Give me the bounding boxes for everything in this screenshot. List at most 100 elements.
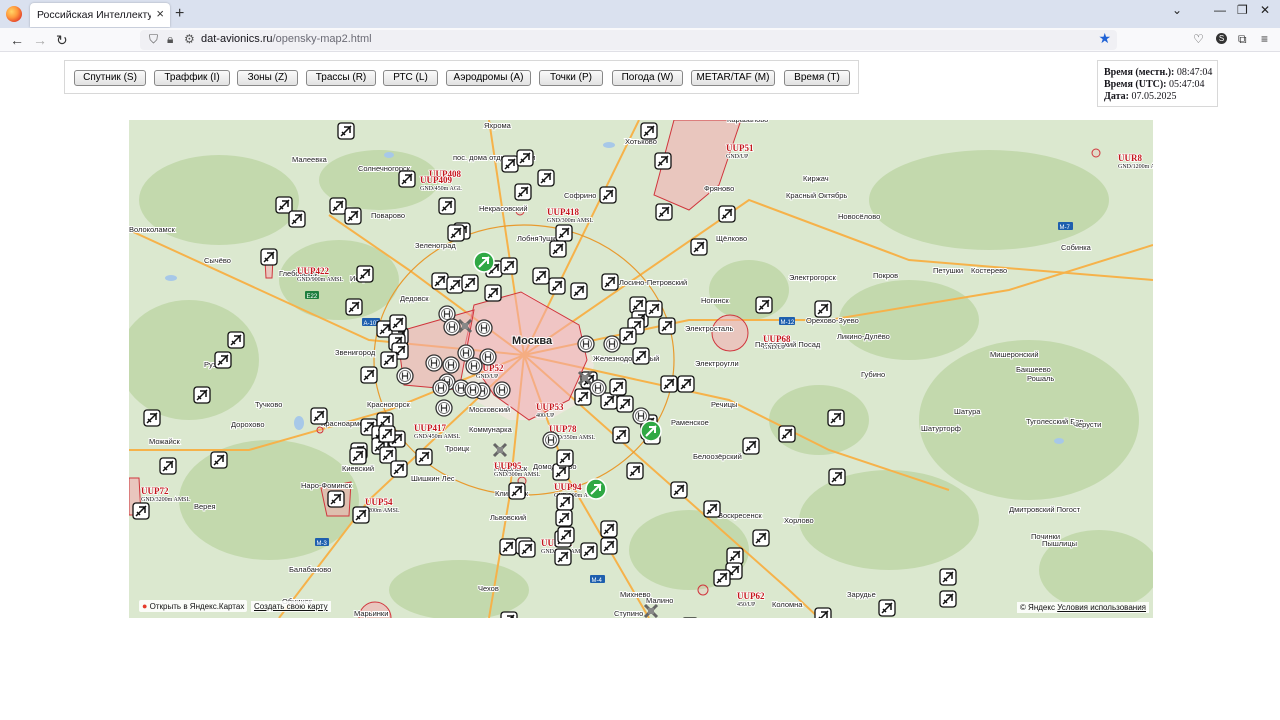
aircraft-icon[interactable] bbox=[352, 506, 370, 524]
lock-warning-icon[interactable]: 🔒︎ bbox=[167, 32, 173, 47]
aircraft-icon[interactable] bbox=[390, 460, 408, 478]
military-airfield-icon[interactable] bbox=[643, 603, 659, 618]
aircraft-icon[interactable] bbox=[500, 611, 518, 618]
aircraft-icon[interactable] bbox=[645, 300, 663, 318]
aircraft-icon[interactable] bbox=[344, 207, 362, 225]
aircraft-icon[interactable] bbox=[500, 257, 518, 275]
aircraft-icon[interactable] bbox=[548, 277, 566, 295]
extensions-icon[interactable]: ⧉ bbox=[1238, 32, 1247, 46]
aircraft-icon[interactable] bbox=[814, 300, 832, 318]
heliport-icon[interactable] bbox=[465, 357, 483, 375]
maximize-icon[interactable]: ❐ bbox=[1237, 3, 1248, 17]
zones-button[interactable]: Зоны (Z) bbox=[237, 70, 298, 86]
aircraft-icon[interactable] bbox=[718, 205, 736, 223]
aircraft-icon[interactable] bbox=[378, 425, 396, 443]
aircraft-icon[interactable] bbox=[398, 170, 416, 188]
yandex-map[interactable]: E22 A-107 M-12 M-7 M-4 M-3 Яхрома Хотьков… bbox=[129, 120, 1153, 618]
aircraft-icon[interactable] bbox=[878, 599, 896, 617]
heliport-icon[interactable] bbox=[603, 335, 621, 353]
menu-icon[interactable]: ≡ bbox=[1261, 32, 1268, 46]
aircraft-icon[interactable] bbox=[356, 265, 374, 283]
aircraft-icon[interactable] bbox=[600, 537, 618, 555]
aircraft-icon[interactable] bbox=[214, 351, 232, 369]
account-avatar[interactable]: S bbox=[1216, 33, 1227, 44]
aircraft-icon[interactable] bbox=[556, 449, 574, 467]
aircraft-icon[interactable] bbox=[532, 267, 550, 285]
aircraft-icon[interactable] bbox=[778, 425, 796, 443]
aircraft-icon[interactable] bbox=[632, 347, 650, 365]
heliport-icon[interactable] bbox=[577, 335, 595, 353]
tab-close-icon[interactable]: × bbox=[156, 7, 164, 21]
aircraft-icon[interactable] bbox=[275, 196, 293, 214]
aircraft-icon[interactable] bbox=[555, 509, 573, 527]
aircraft-icon[interactable] bbox=[345, 298, 363, 316]
back-arrow-icon[interactable]: ← bbox=[10, 32, 24, 48]
aircraft-icon[interactable] bbox=[549, 240, 567, 258]
heliport-icon[interactable] bbox=[443, 318, 461, 336]
pocket-icon[interactable]: ♡ bbox=[1193, 32, 1204, 46]
url-text[interactable]: dat-avionics.ru/opensky-map2.html bbox=[201, 33, 372, 45]
aircraft-icon[interactable] bbox=[939, 568, 957, 586]
aircraft-icon[interactable] bbox=[814, 607, 832, 618]
satellite-button[interactable]: Спутник (S) bbox=[74, 70, 146, 86]
permissions-icon[interactable]: ⚙ bbox=[184, 32, 195, 46]
aircraft-icon[interactable] bbox=[703, 500, 721, 518]
bookmark-star-icon[interactable]: ★ bbox=[1098, 30, 1111, 47]
close-window-icon[interactable]: ✕ bbox=[1260, 3, 1270, 17]
heliport-icon[interactable] bbox=[396, 367, 414, 385]
heliport-icon[interactable] bbox=[475, 319, 493, 337]
weather-button[interactable]: Погода (W) bbox=[612, 70, 683, 86]
heliport-icon[interactable] bbox=[493, 381, 511, 399]
aircraft-icon[interactable] bbox=[193, 386, 211, 404]
aircraft-icon[interactable] bbox=[518, 540, 536, 558]
aircraft-icon[interactable] bbox=[827, 409, 845, 427]
aircraft-icon[interactable] bbox=[654, 152, 672, 170]
aircraft-icon[interactable] bbox=[349, 447, 367, 465]
open-in-yandex-link[interactable]: ● Открыть в Яндекс.Картах bbox=[139, 600, 248, 612]
routes-button[interactable]: Трассы (R) bbox=[306, 70, 376, 86]
aircraft-icon[interactable] bbox=[461, 274, 479, 292]
aircraft-icon[interactable] bbox=[616, 395, 634, 413]
aircraft-icon[interactable] bbox=[600, 520, 618, 538]
new-tab-icon[interactable]: + bbox=[175, 5, 184, 23]
aircraft-icon[interactable] bbox=[640, 122, 658, 140]
aircraft-icon[interactable] bbox=[609, 378, 627, 396]
aircraft-icon[interactable] bbox=[601, 273, 619, 291]
reload-icon[interactable]: ↻ bbox=[56, 32, 68, 48]
heliport-icon[interactable] bbox=[435, 399, 453, 417]
map-canvas[interactable]: E22 A-107 M-12 M-7 M-4 M-3 ЯхромаХотьков… bbox=[129, 120, 1153, 618]
aircraft-icon[interactable] bbox=[310, 407, 328, 425]
aircraft-icon[interactable] bbox=[516, 149, 534, 167]
aircraft-icon[interactable] bbox=[360, 366, 378, 384]
aircraft-icon[interactable] bbox=[619, 327, 637, 345]
aircraft-icon[interactable] bbox=[227, 331, 245, 349]
aircraft-icon[interactable] bbox=[612, 426, 630, 444]
aircraft-icon[interactable] bbox=[501, 155, 519, 173]
aircraft-icon[interactable] bbox=[580, 542, 598, 560]
aircraft-icon[interactable] bbox=[337, 122, 355, 140]
metar-taf-button[interactable]: METAR/TAF (M) bbox=[691, 70, 775, 86]
aircraft-icon[interactable] bbox=[484, 284, 502, 302]
aircraft-icon[interactable] bbox=[939, 590, 957, 608]
aircraft-icon[interactable] bbox=[447, 224, 465, 242]
aircraft-icon[interactable] bbox=[438, 197, 456, 215]
aircraft-icon[interactable] bbox=[690, 238, 708, 256]
aircraft-icon[interactable] bbox=[555, 224, 573, 242]
heliport-icon[interactable] bbox=[464, 381, 482, 399]
heliport-icon[interactable] bbox=[442, 356, 460, 374]
aircraft-icon[interactable] bbox=[828, 468, 846, 486]
aircraft-icon[interactable] bbox=[570, 282, 588, 300]
aircraft-icon[interactable] bbox=[574, 388, 592, 406]
aircraft-icon[interactable] bbox=[380, 351, 398, 369]
military-airfield-icon[interactable] bbox=[492, 442, 508, 458]
aircraft-icon[interactable] bbox=[660, 375, 678, 393]
heliport-icon[interactable] bbox=[432, 379, 450, 397]
heliport-icon[interactable] bbox=[425, 354, 443, 372]
browser-tab[interactable]: Российская Интеллектуальная Си × bbox=[30, 3, 170, 27]
aircraft-icon[interactable] bbox=[389, 314, 407, 332]
aircraft-icon[interactable] bbox=[556, 493, 574, 511]
minimize-icon[interactable]: — bbox=[1214, 3, 1226, 17]
aircraft-icon[interactable] bbox=[260, 248, 278, 266]
heliport-icon[interactable] bbox=[589, 379, 607, 397]
aircraft-icon[interactable] bbox=[742, 437, 760, 455]
